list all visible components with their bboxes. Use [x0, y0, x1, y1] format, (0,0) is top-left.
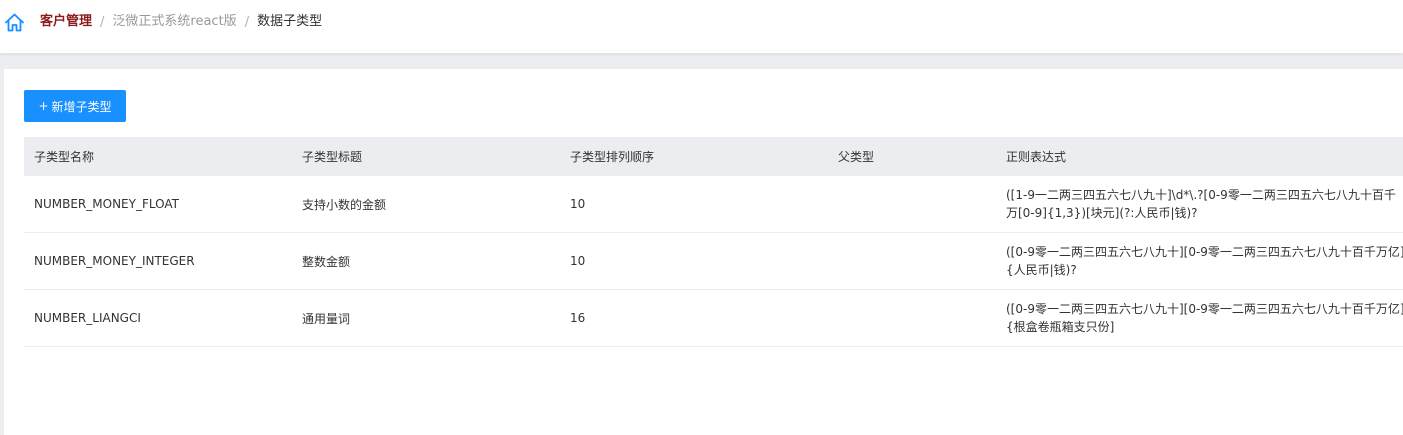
cell-regex: ([1-9一二两三四五六七八九十]\d*\.?[0-9零一二两三四五六七八九十百…: [1006, 188, 1396, 220]
cell-regex-wrap: ([1-9一二两三四五六七八九十]\d*\.?[0-9零一二两三四五六七八九十百…: [1006, 176, 1403, 232]
cell-regex: ([0-9零一二两三四五六七八九十][0-9零一二两三四五六七八九十百千万亿]{…: [1006, 245, 1403, 277]
table-row[interactable]: NUMBER_MONEY_FLOAT 支持小数的金额 10 ([1-9一二两三四…: [24, 176, 1403, 233]
cell-subtype-title: 通用量词: [302, 311, 351, 326]
cell-regex-wrap: ([0-9零一二两三四五六七八九十][0-9零一二两三四五六七八九十百千万亿]{…: [1006, 233, 1403, 289]
home-icon[interactable]: [4, 13, 25, 32]
header-subtype-order[interactable]: 子类型排列顺序: [570, 137, 654, 176]
cell-regex-wrap: ([0-9零一二两三四五六七八九十][0-9零一二两三四五六七八九十百千万亿]{…: [1006, 290, 1403, 346]
breadcrumb-item-system[interactable]: 泛微正式系统react版: [112, 12, 236, 32]
header-subtype-title[interactable]: 子类型标题: [302, 137, 362, 176]
content-card: + 新增子类型 子类型名称 子类型标题 子类型排列顺序 父类型 正则表达式 NU…: [4, 69, 1403, 435]
breadcrumb: 客户管理 / 泛微正式系统react版 / 数据子类型: [4, 12, 322, 32]
cell-subtype-title: 整数金额: [302, 254, 351, 269]
header-parent-type[interactable]: 父类型: [838, 137, 874, 176]
cell-subtype-order: 10: [570, 197, 586, 211]
breadcrumb-separator: /: [100, 14, 105, 30]
cell-subtype-order: 10: [570, 254, 586, 268]
header-subtype-name[interactable]: 子类型名称: [34, 137, 94, 176]
table-row[interactable]: NUMBER_LIANGCI 通用量词 16 ([0-9零一二两三四五六七八九十…: [24, 290, 1403, 347]
breadcrumb-separator: /: [244, 14, 250, 30]
table-header: 子类型名称 子类型标题 子类型排列顺序 父类型 正则表达式: [24, 137, 1403, 176]
add-subtype-button[interactable]: + 新增子类型: [24, 90, 126, 122]
cell-subtype-order: 16: [570, 311, 586, 325]
add-subtype-label: 新增子类型: [51, 99, 112, 114]
subtype-table: 子类型名称 子类型标题 子类型排列顺序 父类型 正则表达式 NUMBER_MON…: [24, 137, 1403, 347]
cell-subtype-name: NUMBER_MONEY_FLOAT: [34, 197, 179, 211]
breadcrumb-item-current: 数据子类型: [257, 14, 323, 29]
header-regex[interactable]: 正则表达式: [1006, 137, 1403, 176]
table-row[interactable]: NUMBER_MONEY_INTEGER 整数金额 10 ([0-9零一二两三四…: [24, 233, 1403, 290]
cell-regex: ([0-9零一二两三四五六七八九十][0-9零一二两三四五六七八九十百千万亿]{…: [1006, 302, 1403, 334]
breadcrumb-item-customer-management[interactable]: 客户管理: [40, 12, 92, 32]
cell-subtype-name: NUMBER_MONEY_INTEGER: [34, 254, 195, 268]
cell-subtype-name: NUMBER_LIANGCI: [34, 311, 141, 325]
top-bar: 客户管理 / 泛微正式系统react版 / 数据子类型: [0, 0, 1403, 53]
cell-subtype-title: 支持小数的金额: [302, 197, 387, 212]
plus-icon: +: [38, 99, 49, 113]
